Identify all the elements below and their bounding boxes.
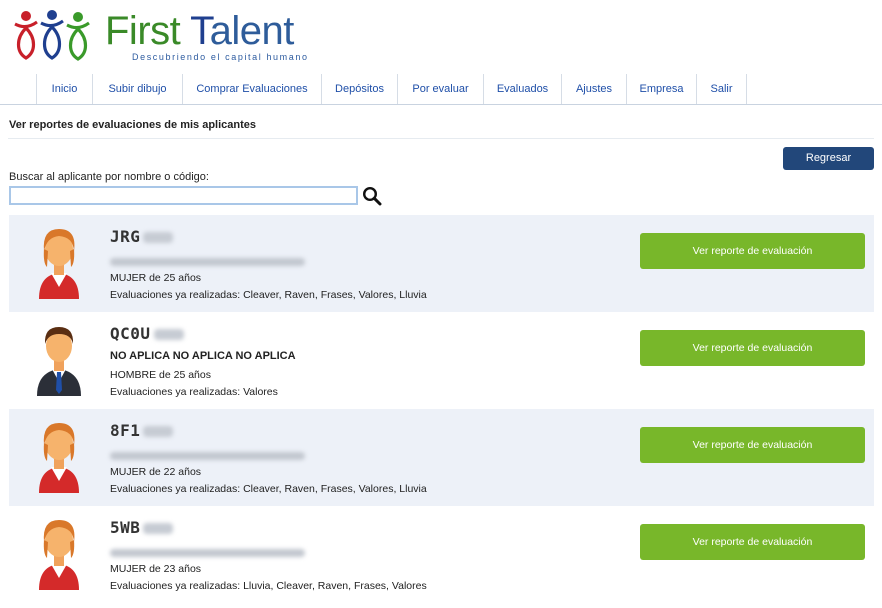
applicant-row: 8F1 MUJER de 22 años Evaluaciones ya rea… bbox=[9, 409, 874, 506]
brand-logo-text[interactable]: First Talent bbox=[105, 8, 294, 54]
redacted-name bbox=[110, 452, 305, 460]
female-avatar-icon bbox=[39, 229, 79, 299]
redacted-name bbox=[110, 549, 305, 557]
title-divider bbox=[8, 138, 874, 139]
view-report-button[interactable]: Ver reporte de evaluación bbox=[640, 427, 865, 463]
nav-item-ajustes[interactable]: Ajustes bbox=[561, 74, 626, 104]
search-label: Buscar al aplicante por nombre o código: bbox=[9, 171, 209, 183]
applicant-code: JRG bbox=[110, 227, 174, 246]
applicant-name: NO APLICA NO APLICA NO APLICA bbox=[110, 350, 296, 362]
nav-item-empresa[interactable]: Empresa bbox=[626, 74, 696, 104]
applicant-gender-age: MUJER de 25 años bbox=[110, 272, 202, 284]
applicant-row: JRG MUJER de 25 años Evaluaciones ya rea… bbox=[9, 215, 874, 312]
applicant-evaluations: Evaluaciones ya realizadas: Valores bbox=[110, 386, 278, 398]
nav-item-por-evaluar[interactable]: Por evaluar bbox=[397, 74, 483, 104]
applicant-evaluations: Evaluaciones ya realizadas: Cleaver, Rav… bbox=[110, 483, 427, 495]
view-report-button[interactable]: Ver reporte de evaluación bbox=[640, 330, 865, 366]
back-button[interactable]: Regresar bbox=[783, 147, 874, 170]
applicant-gender-age: MUJER de 22 años bbox=[110, 466, 202, 478]
main-nav: Inicio Subir dibujo Comprar Evaluaciones… bbox=[0, 74, 882, 105]
nav-item-salir[interactable]: Salir bbox=[696, 74, 747, 104]
female-avatar-icon bbox=[39, 423, 79, 493]
applicant-evaluations: Evaluaciones ya realizadas: Cleaver, Rav… bbox=[110, 289, 427, 301]
brand-first: First bbox=[105, 9, 181, 53]
redacted-name bbox=[110, 258, 305, 266]
redacted-code bbox=[143, 426, 174, 437]
applicant-row: 5WB MUJER de 23 años Evaluaciones ya rea… bbox=[9, 506, 874, 603]
nav-item-evaluados[interactable]: Evaluados bbox=[483, 74, 561, 104]
nav-item-inicio[interactable]: Inicio bbox=[36, 74, 92, 104]
redacted-code bbox=[143, 523, 174, 534]
nav-item-subir-dibujo[interactable]: Subir dibujo bbox=[92, 74, 182, 104]
applicant-code: QC0U bbox=[110, 324, 184, 343]
search-icon[interactable] bbox=[362, 186, 382, 206]
nav-item-depositos[interactable]: Depósitos bbox=[321, 74, 397, 104]
applicant-gender-age: HOMBRE de 25 años bbox=[110, 369, 211, 381]
applicant-code: 8F1 bbox=[110, 421, 174, 440]
redacted-code bbox=[153, 329, 184, 340]
logo-figures-icon bbox=[14, 10, 90, 61]
search-input[interactable] bbox=[9, 186, 358, 205]
brand-talent: alent bbox=[209, 9, 295, 53]
brand-t: T bbox=[190, 9, 210, 53]
female-avatar-icon bbox=[39, 520, 79, 590]
applicant-code: 5WB bbox=[110, 518, 174, 537]
view-report-button[interactable]: Ver reporte de evaluación bbox=[640, 524, 865, 560]
brand-tagline: Descubriendo el capital humano bbox=[132, 52, 309, 62]
nav-item-comprar-evaluaciones[interactable]: Comprar Evaluaciones bbox=[182, 74, 321, 104]
site-header: First Talent Descubriendo el capital hum… bbox=[0, 0, 882, 74]
applicant-evaluations: Evaluaciones ya realizadas: Lluvia, Clea… bbox=[110, 580, 427, 592]
applicant-gender-age: MUJER de 23 años bbox=[110, 563, 202, 575]
page-title: Ver reportes de evaluaciones de mis apli… bbox=[9, 119, 257, 131]
applicant-row: QC0U NO APLICA NO APLICA NO APLICA HOMBR… bbox=[9, 312, 874, 409]
view-report-button[interactable]: Ver reporte de evaluación bbox=[640, 233, 865, 269]
male-avatar-icon bbox=[37, 327, 81, 396]
redacted-code bbox=[143, 232, 174, 243]
